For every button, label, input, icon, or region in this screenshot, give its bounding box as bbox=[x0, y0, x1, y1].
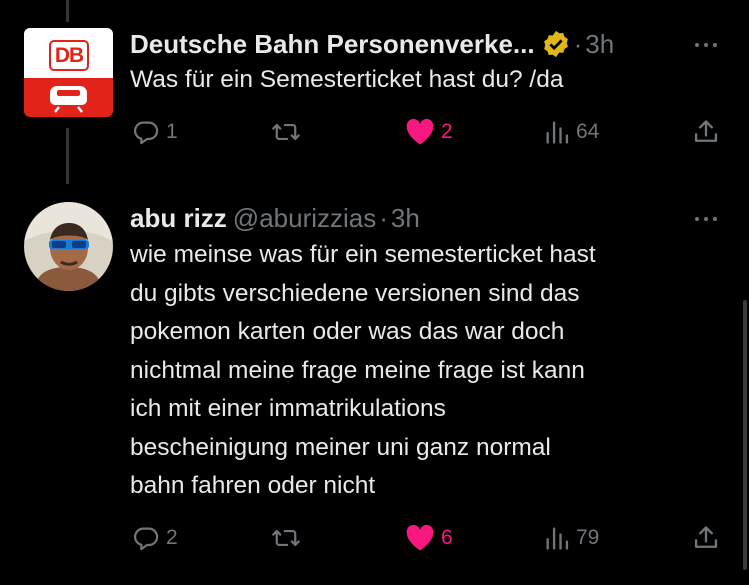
db-logo-text: DB bbox=[49, 40, 89, 71]
avatar-photo bbox=[24, 202, 113, 291]
thread-line bbox=[66, 128, 69, 184]
avatar-abu-rizz[interactable] bbox=[24, 202, 113, 291]
like-button[interactable]: 6 bbox=[405, 518, 453, 558]
thread-line-top bbox=[66, 0, 69, 22]
heart-icon bbox=[406, 118, 434, 145]
tweet-text-line: bahn fahren oder nicht bbox=[130, 472, 376, 499]
train-icon bbox=[50, 86, 87, 113]
tweet-text-line: ich mit einer immatrikulations bbox=[130, 395, 446, 422]
share-icon bbox=[694, 120, 718, 142]
heart-icon bbox=[406, 524, 434, 551]
author-name[interactable]: abu rizz bbox=[130, 203, 227, 234]
tweet-text: wie meinse was für ein semesterticket ha… bbox=[130, 236, 725, 506]
tweet-text-line: wie meinse was für ein semesterticket ha… bbox=[130, 241, 596, 268]
views-button[interactable]: 64 bbox=[544, 112, 599, 152]
retweet-button[interactable] bbox=[271, 518, 301, 558]
more-icon[interactable] bbox=[695, 36, 725, 52]
views-icon bbox=[546, 527, 569, 550]
like-count: 6 bbox=[441, 526, 453, 549]
like-count: 2 bbox=[441, 120, 453, 143]
share-button[interactable] bbox=[692, 518, 720, 558]
timestamp[interactable]: 3h bbox=[585, 29, 614, 60]
action-bar: 2 6 79 bbox=[130, 518, 720, 558]
view-count: 64 bbox=[576, 120, 600, 143]
action-bar: 1 2 64 bbox=[130, 112, 720, 152]
avatar-db-logo[interactable]: DB bbox=[24, 28, 113, 117]
share-button[interactable] bbox=[692, 112, 720, 152]
share-icon bbox=[694, 526, 718, 548]
author-name[interactable]: Deutsche Bahn Personenverke... bbox=[130, 29, 535, 60]
view-count: 79 bbox=[576, 526, 600, 549]
reply-count: 1 bbox=[166, 120, 178, 143]
reply-icon bbox=[134, 527, 159, 551]
tweet-text: Was für ein Semesterticket hast du? /da bbox=[130, 66, 564, 93]
views-icon bbox=[546, 121, 569, 144]
reply-icon bbox=[134, 121, 159, 145]
reply-button[interactable]: 1 bbox=[132, 112, 178, 152]
tweet-text-line: nichtmal meine frage meine frage ist kan… bbox=[130, 356, 585, 384]
author-handle[interactable]: @aburizzias bbox=[233, 203, 376, 234]
scrollbar[interactable] bbox=[743, 300, 747, 570]
reply-button[interactable]: 2 bbox=[132, 518, 178, 558]
views-button[interactable]: 79 bbox=[544, 518, 599, 558]
more-icon[interactable] bbox=[695, 210, 725, 226]
separator-dot: · bbox=[573, 28, 583, 59]
timestamp[interactable]: 3h bbox=[391, 203, 420, 234]
tweet-text-line: pokemon karten oder was das war doch bbox=[130, 318, 565, 345]
tweet-text-line: du gibts verschiedene versionen sind das bbox=[130, 279, 580, 307]
retweet-icon bbox=[272, 123, 300, 141]
verified-badge-icon[interactable] bbox=[541, 29, 571, 59]
retweet-button[interactable] bbox=[271, 112, 301, 152]
separator-dot: · bbox=[379, 202, 388, 233]
reply-count: 2 bbox=[166, 526, 178, 549]
like-button[interactable]: 2 bbox=[405, 112, 453, 152]
tweet-text-line: bescheinigung meiner uni ganz normal bbox=[130, 433, 551, 461]
retweet-icon bbox=[272, 529, 300, 547]
